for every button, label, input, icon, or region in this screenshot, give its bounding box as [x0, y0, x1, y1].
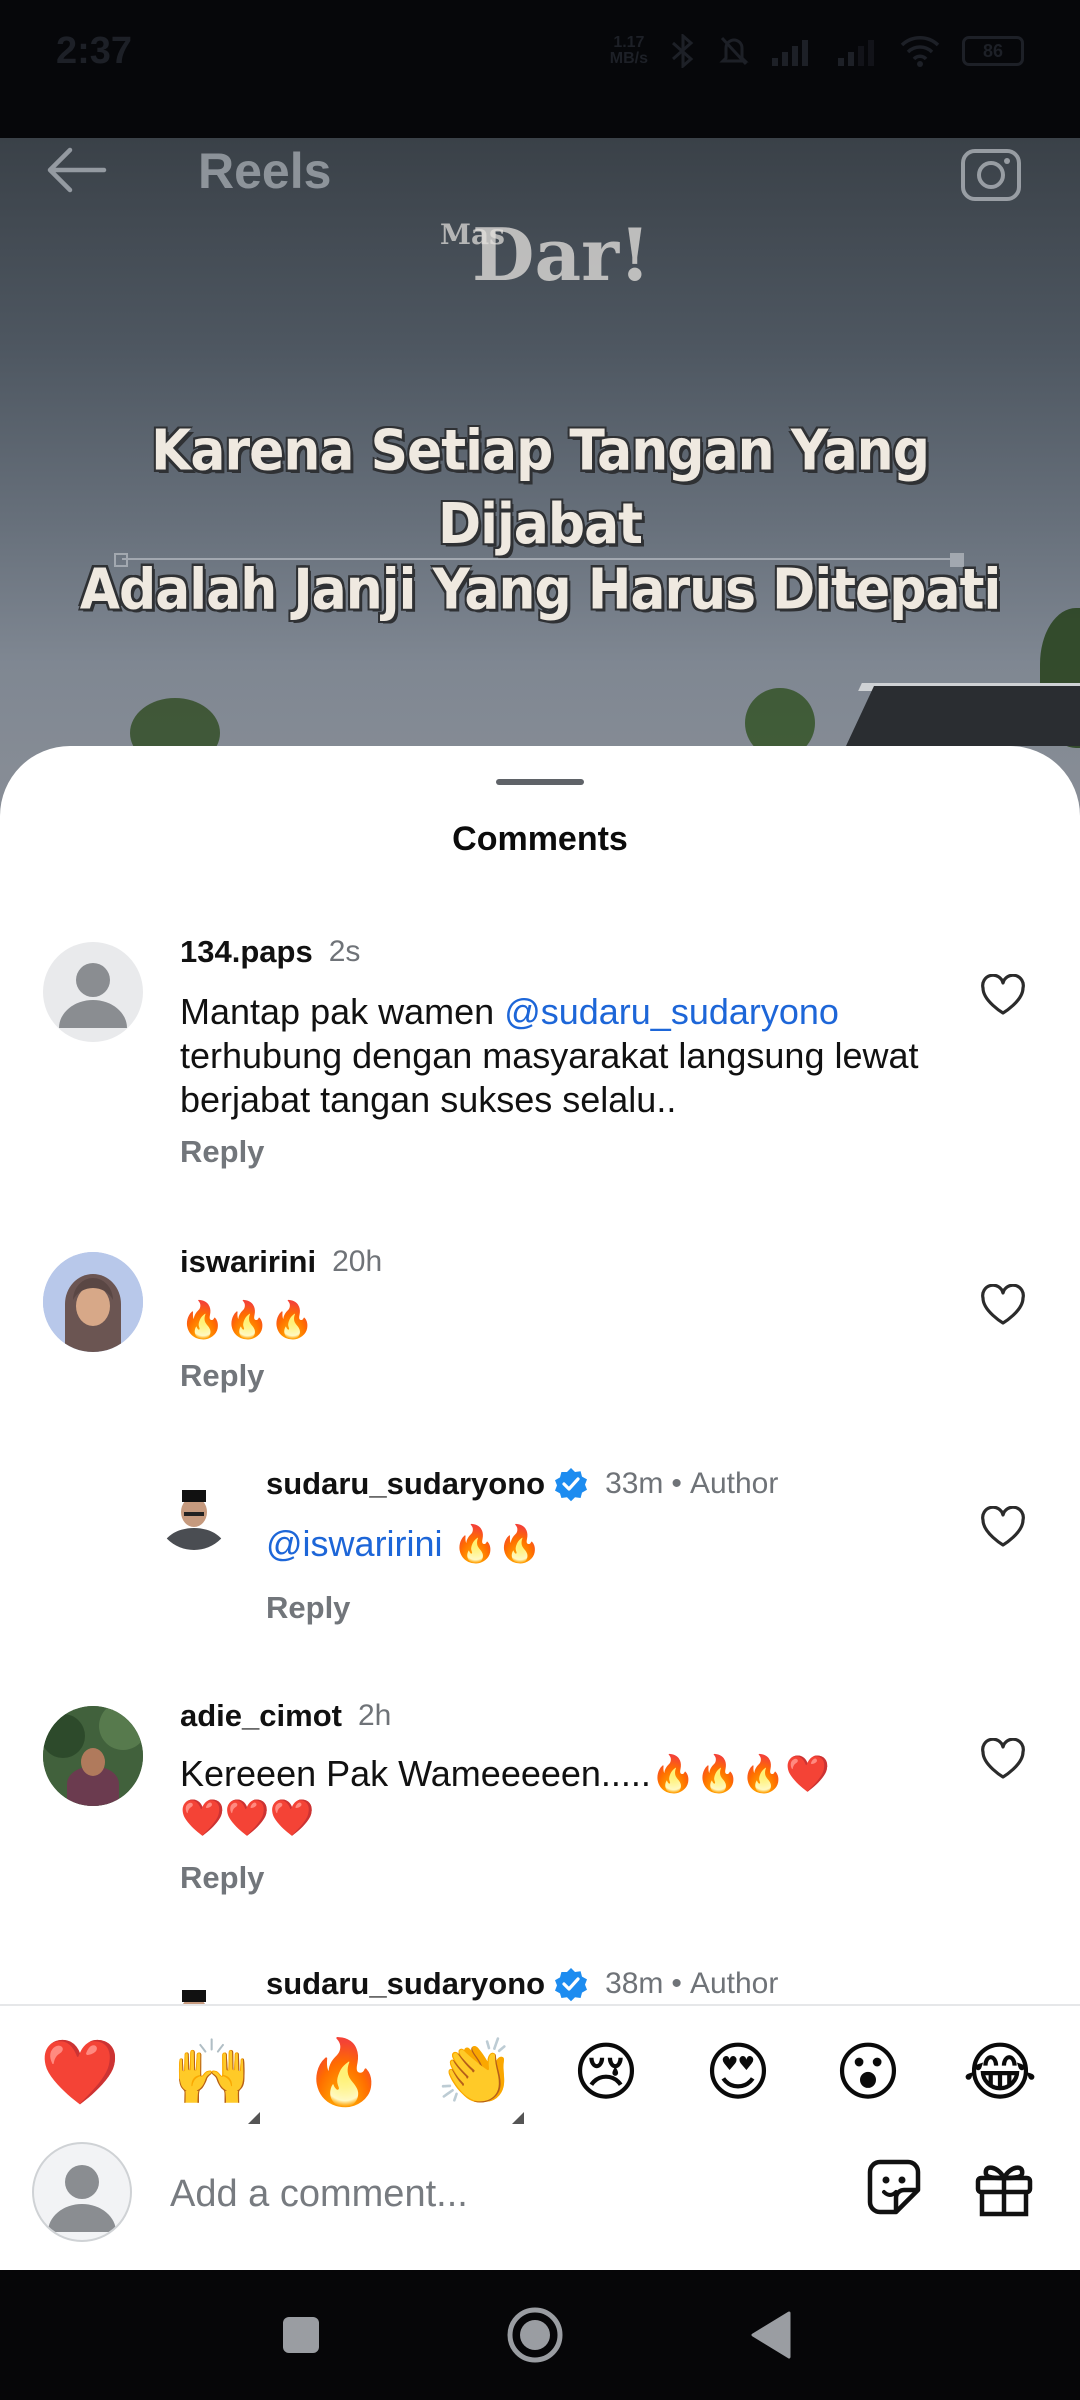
- mention-link[interactable]: @sudaru_sudaryono: [504, 991, 839, 1032]
- comment-time: 33m: [605, 1467, 664, 1500]
- network-speed: 1.17 MB/s: [609, 34, 648, 67]
- meta-separator: •: [671, 1467, 682, 1500]
- like-heart-icon[interactable]: [980, 974, 1026, 1016]
- emoji-surprised-button[interactable]: 😮: [828, 2032, 908, 2112]
- reply-button[interactable]: Reply: [266, 1590, 350, 1626]
- recents-button[interactable]: [268, 2302, 334, 2368]
- reel-roof: [846, 686, 1080, 746]
- caption-guide-line: [114, 553, 964, 567]
- emoji-crying-button[interactable]: 😢: [566, 2032, 646, 2112]
- back-nav-button[interactable]: [738, 2302, 804, 2368]
- comment-username[interactable]: adie_cimot 2h: [180, 1698, 391, 1734]
- emoji-heart-button[interactable]: ❤️: [40, 2032, 120, 2112]
- comment-username[interactable]: sudaru_sudaryono 38m • Author: [266, 1966, 778, 2002]
- sheet-drag-handle[interactable]: [496, 779, 584, 785]
- camera-button[interactable]: [956, 140, 1026, 206]
- comment-time: 2s: [328, 935, 361, 968]
- reply-button[interactable]: Reply: [180, 1134, 264, 1170]
- status-time: 2:37: [56, 30, 133, 72]
- default-avatar-icon: [48, 2165, 116, 2232]
- like-heart-icon[interactable]: [980, 1506, 1026, 1548]
- skin-tone-caret-icon: [512, 2112, 524, 2124]
- back-button[interactable]: [40, 142, 112, 198]
- comment-composer: [0, 2126, 1080, 2270]
- comment-username[interactable]: iswaririni 20h: [180, 1244, 382, 1280]
- system-nav-bar: [0, 2270, 1080, 2400]
- home-circle-icon: [507, 2307, 563, 2363]
- emoji-fire-button[interactable]: 🔥: [304, 2032, 384, 2112]
- default-avatar-icon: [59, 963, 127, 1028]
- mute-icon: [719, 36, 749, 66]
- emoji-heart-eyes-button[interactable]: 😍: [698, 2032, 778, 2112]
- user-photo-icon: [43, 1252, 143, 1352]
- avatar[interactable]: [156, 1474, 232, 1550]
- comment-time: 20h: [332, 1245, 383, 1278]
- home-button[interactable]: [502, 2302, 568, 2368]
- reel-caption: Karena Setiap Tangan Yang Dijabat Adalah…: [60, 419, 1020, 624]
- verified-badge-icon: [555, 1468, 588, 1502]
- emoji-reaction-bar: ❤️ 🙌 🔥 👏 😢 😍 😮 😂: [0, 2004, 1080, 2140]
- my-avatar: [32, 2142, 132, 2242]
- verified-badge-icon: [555, 1968, 588, 2002]
- square-icon: [283, 2317, 319, 2353]
- avatar[interactable]: [43, 1252, 143, 1352]
- reply-button[interactable]: Reply: [180, 1358, 264, 1394]
- comment-time: 38m: [605, 1967, 664, 2000]
- comment-time: 2h: [357, 1699, 392, 1732]
- author-tag: Author: [689, 1967, 779, 2000]
- comment-text: 🔥🔥🔥: [180, 1299, 315, 1340]
- status-bar: 2:37 1.17 MB/s 86: [0, 0, 1080, 138]
- comment-username[interactable]: 134.paps 2s: [180, 934, 360, 970]
- sheet-title: Comments: [452, 820, 628, 858]
- user-photo-icon: [43, 1706, 143, 1806]
- gift-icon[interactable]: [968, 2152, 1040, 2224]
- user-photo-icon: [156, 1474, 232, 1550]
- reel-logo: Mas Dar!: [440, 212, 651, 297]
- comment-text: @iswaririni 🔥🔥: [266, 1523, 543, 1564]
- emoji-clap-button[interactable]: 👏: [436, 2032, 516, 2112]
- like-heart-icon[interactable]: [980, 1284, 1026, 1326]
- like-heart-icon[interactable]: [980, 1738, 1026, 1780]
- bluetooth-icon: [672, 34, 694, 68]
- battery-indicator: 86: [962, 36, 1024, 66]
- avatar[interactable]: [43, 942, 143, 1042]
- back-arrow-icon: [47, 147, 107, 193]
- comment-username[interactable]: sudaru_sudaryono 33m • Author: [266, 1466, 778, 1502]
- camera-icon: [961, 149, 1021, 201]
- comment-text: Kereeen Pak Wameeeeen.....🔥🔥🔥❤️ ❤️❤️❤️: [180, 1753, 831, 1838]
- mention-link[interactable]: @iswaririni: [266, 1523, 443, 1564]
- emoji-raised-hands-button[interactable]: 🙌: [172, 2032, 252, 2112]
- comment-input[interactable]: [170, 2166, 810, 2222]
- back-triangle-icon: [751, 2311, 791, 2359]
- avatar[interactable]: [43, 1706, 143, 1806]
- wifi-icon: [900, 36, 940, 67]
- status-icons: 1.17 MB/s 86: [610, 34, 1024, 68]
- skin-tone-caret-icon: [248, 2112, 260, 2124]
- comment-text: Mantap pak wamen @sudaru_sudaryono terhu…: [180, 991, 919, 1120]
- caption-line: Adalah Janji Yang Harus Ditepati: [79, 557, 1002, 623]
- caption-line: Karena Setiap Tangan Yang Dijabat: [151, 418, 930, 558]
- signal-2-icon: [838, 40, 874, 66]
- reply-button[interactable]: Reply: [180, 1860, 264, 1896]
- sticker-icon[interactable]: [858, 2152, 930, 2224]
- meta-separator: •: [671, 1967, 682, 2000]
- author-tag: Author: [689, 1467, 779, 1500]
- page-title: Reels: [198, 143, 332, 199]
- signal-icon: [772, 40, 808, 66]
- emoji-laughing-button[interactable]: 😂: [960, 2032, 1040, 2112]
